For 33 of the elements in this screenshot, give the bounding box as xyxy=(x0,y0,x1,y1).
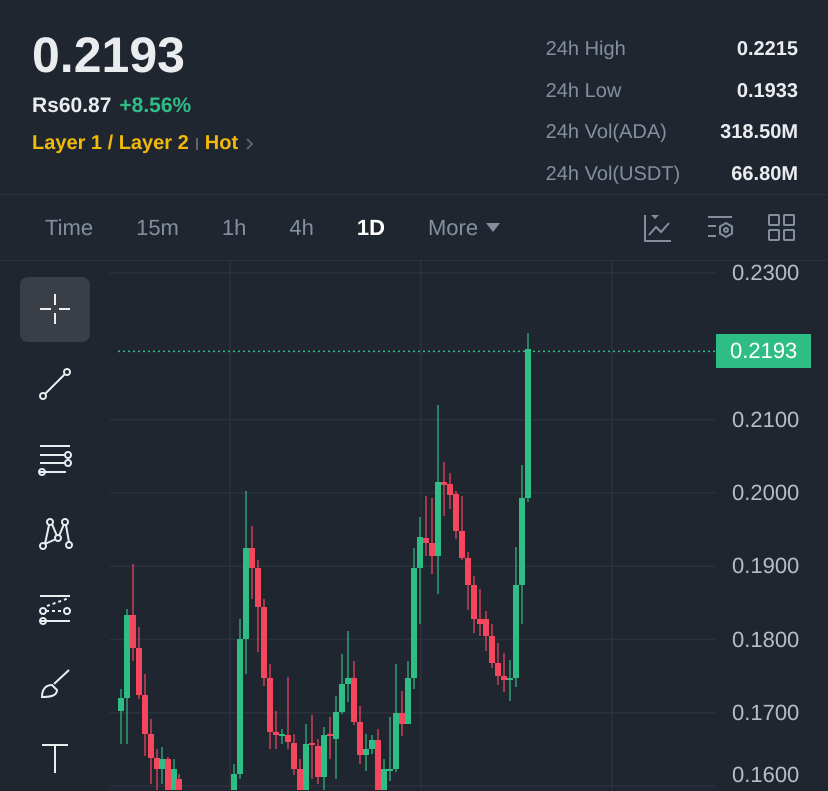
price-axis-label: 0.2000 xyxy=(732,480,800,506)
price-change: +8.56% xyxy=(119,94,192,118)
stat-label: 24h Low xyxy=(546,78,622,104)
interval-tab[interactable]: 15m xyxy=(121,208,194,246)
more-menu-button[interactable]: More xyxy=(412,208,516,246)
interval-tab[interactable]: 1D xyxy=(342,208,400,246)
category-tag[interactable]: Hot xyxy=(204,132,238,155)
interval-tab[interactable]: 4h xyxy=(274,208,329,246)
interval-tab[interactable]: 1h xyxy=(206,208,262,246)
price-axis-label: 0.1700 xyxy=(732,700,800,726)
stat-value: 66.80M xyxy=(730,162,798,186)
interval-tab[interactable]: Time xyxy=(30,208,108,246)
chevron-right-icon[interactable] xyxy=(245,136,254,150)
chart-indicator-icon[interactable] xyxy=(643,212,673,242)
price-axis-label: 0.1600 xyxy=(732,762,800,788)
stat-value: 0.2215 xyxy=(736,37,798,62)
stat-label: 24h Vol(ADA) xyxy=(546,120,668,145)
trend-line-icon xyxy=(37,366,73,402)
grid-layout-icon[interactable] xyxy=(767,213,796,242)
last-price: 0.2193 xyxy=(32,30,186,80)
stat-value: 318.50M xyxy=(720,120,798,145)
caret-down-icon xyxy=(486,223,500,232)
category-tag[interactable]: Layer 1 / Layer 2 xyxy=(32,132,189,155)
stat-label: 24h High xyxy=(546,37,627,62)
stat-value: 0.1933 xyxy=(736,78,798,104)
fiat-price: Rs60.87 xyxy=(32,94,112,118)
price-axis-label: 0.2100 xyxy=(732,406,800,433)
price-axis-label: 0.1900 xyxy=(732,553,800,580)
price-axis-label: 0.2300 xyxy=(732,261,800,286)
pattern-icon xyxy=(37,516,73,552)
stat-label: 24h Vol(USDT) xyxy=(546,162,680,186)
price-axis-label: 0.1800 xyxy=(732,626,800,652)
current-price-tag: 0.2193 xyxy=(716,334,812,368)
